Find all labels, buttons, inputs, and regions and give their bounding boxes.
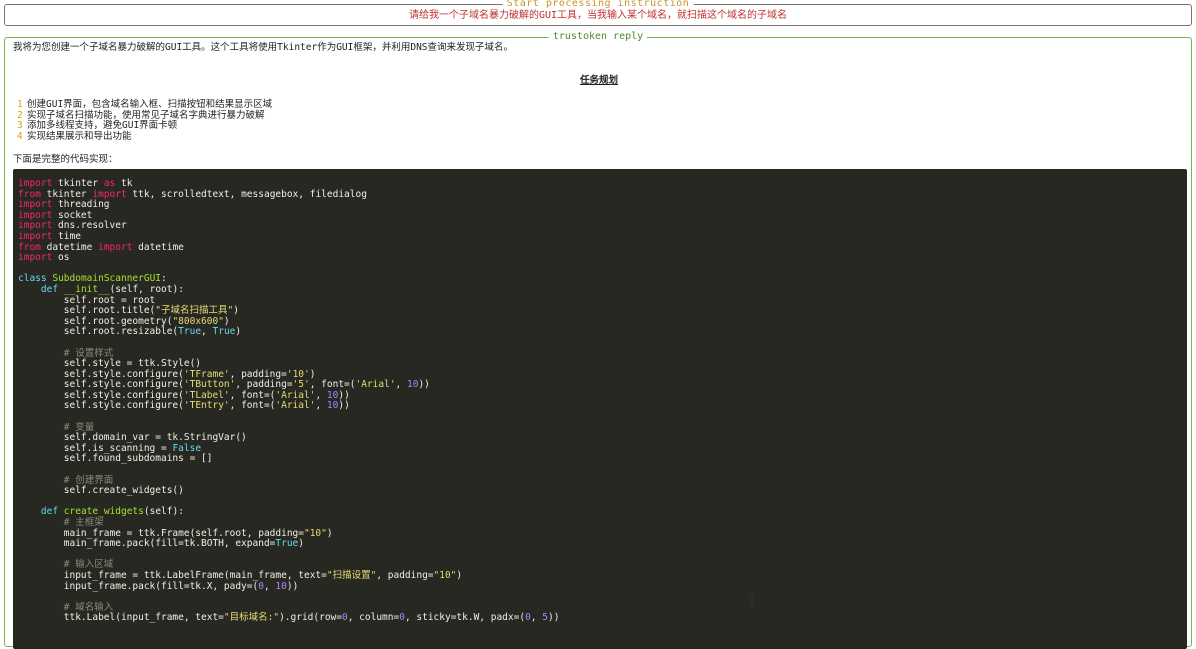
plan-item-number: 1 [17,99,23,110]
plan-list: 1 创建GUI界面，包含域名输入框、扫描按钮和结果显示区域 2 实现子域名扫描功能，… [13,99,1185,143]
code-block[interactable]: import tkinter as tk from tkinter import … [13,169,1187,649]
plan-item-text: 实现结果展示和导出功能 [27,130,132,142]
code-line: # 主框架 [63,517,104,528]
code-line: self.found_subdomains = [] [18,453,213,465]
code-line: from datetime import datetime [18,241,184,253]
plan-title: 任务规划 [579,75,618,86]
instruction-text: 请给我一个子域名暴力破解的GUI工具，当我输入某个域名，就扫描这个域名的子域名 [408,10,788,21]
text-cursor-icon: Ｉ [746,594,759,608]
code-line: input_frame.pack(fill=tk.X, pady=(0, 10)… [18,580,299,592]
instruction-panel: Start processing instruction 请给我一个子域名暴力破… [4,0,1192,26]
code-line: ttk.Label(input_frame, text="目标域名:").gri… [18,612,560,624]
plan-item: 3 添加多线程支持，避免GUI界面卡顿 [17,120,1185,132]
code-line: main_frame.pack(fill=tk.BOTH, expand=Tru… [18,538,305,550]
code-line: def __init__(self, root): [40,283,184,295]
plan-item-text: 添加多线程支持，避免GUI界面卡顿 [27,120,178,131]
plan-item: 4 实现结果展示和导出功能 [17,130,1185,143]
code-line: input_frame = ttk.LabelFrame(main_frame,… [18,569,463,581]
plan-item-text: 实现子域名扫描功能，使用常见子域名字典进行暴力破解 [27,109,265,121]
plan-item-text: 创建GUI界面，包含域名输入框、扫描按钮和结果显示区域 [27,99,273,110]
plan-item-number: 4 [17,130,23,142]
code-line: self.create_widgets() [18,485,184,497]
code-lines: import tkinter as tk from tkinter import … [18,178,560,624]
plan-item: 2 实现子域名扫描功能，使用常见子域名字典进行暴力破解 [17,109,1185,122]
code-line: import dns.resolver [18,220,127,232]
reply-body: 我将为您创建一个子域名暴力破解的GUI工具。这个工具将使用Tkinter作为GU… [13,42,1185,165]
code-intro: 下面是完整的代码实现： [13,154,118,165]
code-line: import os [18,252,70,264]
reply-intro: 我将为您创建一个子域名暴力破解的GUI工具。这个工具将使用Tkinter作为GU… [13,42,514,53]
code-line: import threading [18,199,110,211]
plan-item-number: 3 [17,120,23,131]
code-line: self.style.configure('TEntry', font=('Ar… [18,400,350,412]
reply-panel: trustoken reply 我将为您创建一个子域名暴力破解的GUI工具。这个… [4,30,1192,649]
code-line: self.root.resizable(True, True) [18,326,242,338]
